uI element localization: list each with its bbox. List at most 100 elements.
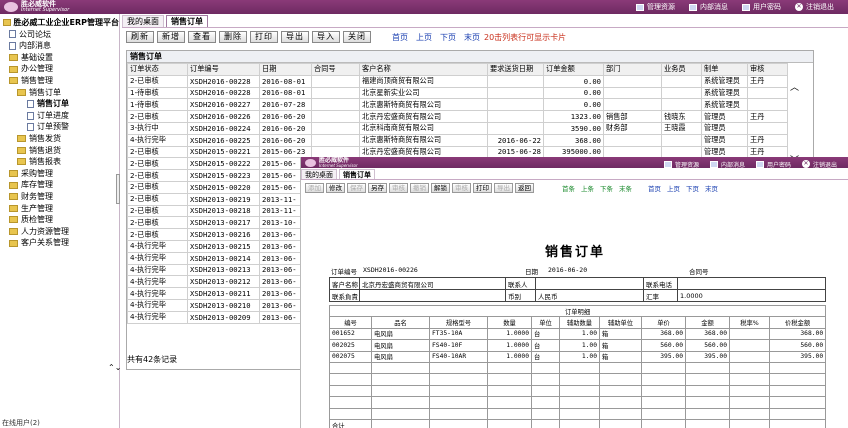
topnav-messages[interactable]: 内部消息 <box>709 160 745 169</box>
detail-row[interactable]: 002025 电风扇 FS40-10F 1.0000 台 1.00 箱 560.00 560.0… <box>329 339 827 352</box>
sidebar-item-17[interactable]: 人力资源管理 <box>3 226 119 238</box>
detail-toolbar-button-4[interactable]: 审核 <box>389 183 408 193</box>
page-nav-3[interactable]: 末页 <box>705 183 718 193</box>
page-nav-1[interactable]: 上页 <box>667 183 680 193</box>
record-nav-3[interactable]: 末条 <box>619 183 632 193</box>
detail-toolbar-button-8[interactable]: 打印 <box>473 183 492 193</box>
phone-field[interactable] <box>677 277 826 290</box>
sidebar-resize-handle[interactable] <box>116 174 120 204</box>
table-row[interactable]: 2-已审核 XSDH2016-00228 2016-08-01 福建尚顶商贸有限公司 0… <box>127 74 788 88</box>
toolbar-button-1[interactable]: 新增 <box>157 31 185 43</box>
column-header[interactable]: 订单编号 <box>187 63 260 76</box>
date-label: 日期 <box>525 268 538 276</box>
tree-root[interactable]: 胜必威工业企业ERP管理平台 <box>3 17 119 29</box>
rate-field[interactable]: 1.0000 <box>677 289 826 302</box>
table-row[interactable]: 4-执行完毕 XSDH2016-00225 2016-06-20 北京惠斯特商贸有限公… <box>127 133 788 147</box>
column-header[interactable]: 订单金额 <box>543 63 604 76</box>
column-header[interactable]: 要求送货日期 <box>487 63 544 76</box>
column-header[interactable]: 业务员 <box>661 63 702 76</box>
table-cell: 001652 <box>329 327 372 341</box>
detail-row[interactable]: 002075 电风扇 FS40-10AR 1.0000 台 1.00 箱 395.00 395.… <box>329 350 827 363</box>
toolbar-button-5[interactable]: 导出 <box>281 31 309 43</box>
topnav-logout[interactable]: ✕ 注销退出 <box>795 2 834 12</box>
table-row[interactable]: 2-已审核 XSDH2016-00226 2016-06-20 北京丹宏盛商贸有限公司… <box>127 110 788 123</box>
topnav-logout[interactable]: ✕ 注销退出 <box>801 160 837 169</box>
table-row[interactable]: 3-执行中 XSDH2016-00224 2016-06-20 北京科南商贸有限公司 3… <box>127 121 788 135</box>
detail-toolbar-button-2[interactable]: 保存 <box>347 183 366 193</box>
toolbar-button-6[interactable]: 导入 <box>312 31 340 43</box>
sidebar-item-3[interactable]: 办公管理 <box>3 63 119 75</box>
detail-toolbar-button-5[interactable]: 撤销 <box>410 183 429 193</box>
topnav-resources[interactable]: 管理资源 <box>663 160 699 169</box>
detail-row[interactable]: 001652 电风扇 FT35-10A 1.0000 台 1.00 箱 368.00 368.0… <box>329 327 827 341</box>
column-header[interactable]: 合同号 <box>311 63 360 76</box>
column-header[interactable]: 制单 <box>701 63 748 76</box>
sidebar-item-10[interactable]: 销售退货 <box>3 145 119 157</box>
detail-toolbar-button-3[interactable]: 另存 <box>368 183 387 193</box>
sidebar-item-6[interactable]: 销售订单 <box>3 98 119 110</box>
column-header[interactable]: 订单状态 <box>127 63 188 76</box>
sidebar-item-12[interactable]: 采购管理 <box>3 168 119 180</box>
page-nav-2[interactable]: 下页 <box>440 32 456 43</box>
sidebar-item-14[interactable]: 财务管理 <box>3 191 119 203</box>
column-header[interactable]: 日期 <box>259 63 312 76</box>
sidebar-item-18[interactable]: 客户关系管理 <box>3 237 119 249</box>
topnav-label: 注销退出 <box>806 3 834 11</box>
sidebar-item-0[interactable]: 公司论坛 <box>3 29 119 41</box>
table-cell: 2-已审核 <box>127 110 188 123</box>
toolbar-button-3[interactable]: 删除 <box>219 31 247 43</box>
detail-toolbar-button-9[interactable]: 导出 <box>494 183 513 193</box>
sidebar-item-2[interactable]: 基础设置 <box>3 52 119 64</box>
topnav-password[interactable]: 用户密码 <box>755 160 791 169</box>
detail-toolbar-button-6[interactable]: 解锁 <box>431 183 450 193</box>
record-nav-2[interactable]: 下条 <box>600 183 613 193</box>
contact-field[interactable] <box>535 277 644 290</box>
currency-field[interactable]: 人民币 <box>535 289 644 302</box>
toolbar-button-0[interactable]: 刷新 <box>126 31 154 43</box>
table-cell: 0.00 <box>543 98 604 112</box>
tab-desktop[interactable]: 我的桌面 <box>301 169 337 179</box>
chevron-up-icon[interactable]: ︿ <box>790 80 802 93</box>
toolbar-button-4[interactable]: 打印 <box>250 31 278 43</box>
toolbar-button-7[interactable]: 关闭 <box>343 31 371 43</box>
sidebar-item-4[interactable]: 销售管理 <box>3 75 119 87</box>
customer-field[interactable]: 北京丹宏盛商贸有限公司 <box>359 277 506 290</box>
table-row[interactable]: 1-待审核 XSDH2016-00228 2016-08-01 北京星新实业公司 0.0… <box>127 86 788 100</box>
sidebar-item-11[interactable]: 销售报表 <box>3 156 119 168</box>
sidebar-item-15[interactable]: 生产管理 <box>3 203 119 215</box>
page-nav-2[interactable]: 下页 <box>686 183 699 193</box>
column-header[interactable]: 客户名称 <box>359 63 488 76</box>
sidebar-item-7[interactable]: 订单进度 <box>3 110 119 122</box>
detail-toolbar-button-10[interactable]: 返回 <box>515 183 534 193</box>
table-row[interactable]: 1-待审核 XSDH2016-00227 2016-07-28 北京惠斯特商贸有限公司… <box>127 98 788 112</box>
table-cell: 管理员 <box>701 110 748 123</box>
contact-sup-field[interactable] <box>359 289 506 302</box>
page-nav-0[interactable]: 首页 <box>648 183 661 193</box>
topnav-password[interactable]: 用户密码 <box>742 2 781 12</box>
page-nav-3[interactable]: 末页 <box>464 32 480 43</box>
online-users[interactable]: 在线用户(2) <box>2 418 40 428</box>
detail-toolbar-button-0[interactable]: 添加 <box>305 183 324 193</box>
detail-toolbar-button-7[interactable]: 审核 <box>452 183 471 193</box>
column-header[interactable]: 审核 <box>747 63 788 76</box>
tab-sales-order[interactable]: 销售订单 <box>166 15 208 27</box>
record-nav-0[interactable]: 首条 <box>562 183 575 193</box>
sidebar-item-8[interactable]: 订单预警 <box>3 121 119 133</box>
tab-sales-order[interactable]: 销售订单 <box>339 169 375 179</box>
page-nav-1[interactable]: 上页 <box>416 32 432 43</box>
sidebar-item-16[interactable]: 质检管理 <box>3 214 119 226</box>
topnav-resources[interactable]: 管理资源 <box>636 2 675 12</box>
sidebar-item-1[interactable]: 内部消息 <box>3 40 119 52</box>
toolbar-button-2[interactable]: 查看 <box>188 31 216 43</box>
page-nav-0[interactable]: 首页 <box>392 32 408 43</box>
sidebar-item-5[interactable]: 销售订单 <box>3 87 119 99</box>
detail-toolbar-button-1[interactable]: 修改 <box>326 183 345 193</box>
column-header[interactable]: 部门 <box>603 63 662 76</box>
sidebar-item-13[interactable]: 库存管理 <box>3 179 119 191</box>
record-nav-1[interactable]: 上条 <box>581 183 594 193</box>
sidebar-item-9[interactable]: 销售发货 <box>3 133 119 145</box>
tab-desktop[interactable]: 我的桌面 <box>122 15 164 27</box>
sidebar-scroll-icon[interactable]: ⌃⌄ <box>108 363 121 372</box>
topnav-messages[interactable]: 内部消息 <box>689 2 728 12</box>
table-cell: FS40-10F <box>429 339 488 352</box>
